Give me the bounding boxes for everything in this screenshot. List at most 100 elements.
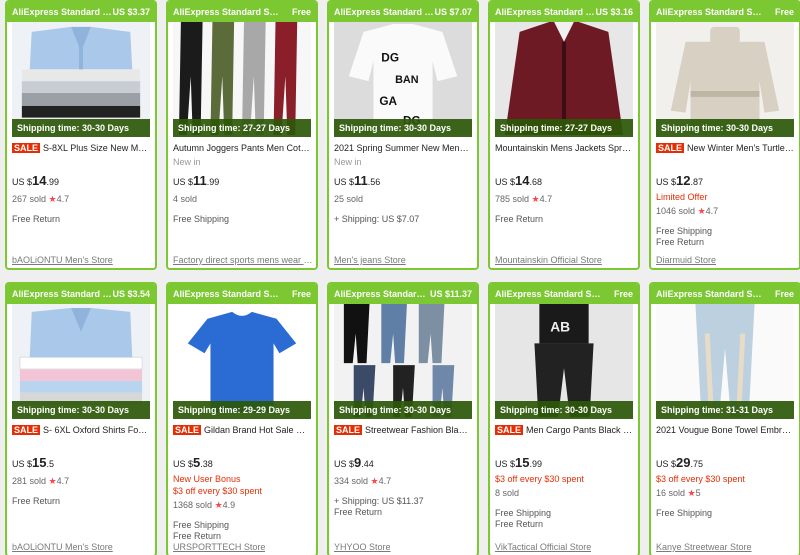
product-card-8[interactable]: AliExpress Standard Shipping US $11.37 S… — [327, 282, 479, 555]
product-title[interactable]: SALEMen Cargo Pants Black Ribbons — [495, 423, 633, 439]
product-card-10[interactable]: AliExpress Standard Shipping Free Shippi… — [649, 282, 800, 555]
rating-value: 5 — [695, 488, 701, 498]
svg-text:BAN: BAN — [395, 74, 419, 86]
product-title-text: Autumn Joggers Pants Men Cotton — [173, 143, 311, 153]
product-title[interactable]: SALE New Winter Men's Turtleneck — [656, 141, 794, 157]
product-title[interactable]: SALEGildan Brand Hot Sale Men T-Shirt — [173, 423, 311, 439]
store-link[interactable]: bAOLiONTU Men's Store — [12, 255, 113, 265]
price-main: 15 — [32, 455, 47, 470]
store-link[interactable]: bAOLiONTU Men's Store — [12, 542, 113, 552]
price-main: 14 — [515, 173, 530, 188]
shipping-header: AliExpress Standard Shipping US $11.37 — [329, 284, 477, 304]
product-image[interactable]: DGBANGADG Shipping time: 30-30 Days — [334, 22, 472, 137]
sold-text: 267 sold — [12, 194, 47, 204]
shipping-line-1: + Shipping: US $11.37 — [334, 496, 424, 506]
product-image[interactable]: Shipping time: 31-31 Days — [656, 304, 794, 419]
sold-count: 785 sold ★4.7 — [495, 194, 633, 206]
store-link[interactable]: Factory direct sports mens wear Store — [173, 255, 313, 265]
sold-text: 4 sold — [173, 194, 198, 204]
price-prefix: US $ — [656, 177, 677, 187]
product-image[interactable]: Shipping time: 29-29 Days — [173, 304, 311, 419]
shipping-header: AliExpress Standard Shipping Free — [168, 2, 316, 22]
rating-value: 4.9 — [222, 500, 236, 510]
product-image[interactable]: Shipping time: 27-27 Days — [173, 22, 311, 137]
sold-text: 334 sold — [334, 476, 369, 486]
product-image[interactable]: Shipping time: 30-30 Days — [12, 22, 150, 137]
shipping-line-1: Free Shipping — [656, 508, 713, 518]
product-title-text: Men Cargo Pants Black Ribbons — [526, 425, 633, 435]
product-title[interactable]: Autumn Joggers Pants Men Cotton — [173, 141, 311, 157]
new-in-tag — [656, 157, 794, 169]
product-title[interactable]: SALEStreetwear Fashion Black Jeans — [334, 423, 472, 439]
product-title-text: 2021 Spring Summer New Mens Shirt — [334, 143, 472, 153]
shipping-fee: US $3.16 — [595, 7, 633, 17]
price: US $15.99 — [495, 455, 633, 473]
store-link[interactable]: Diarmuid Store — [656, 255, 716, 265]
store-link[interactable]: Men's jeans Store — [334, 255, 406, 265]
product-image[interactable]: Shipping time: 30-30 Days — [656, 22, 794, 137]
product-card-3[interactable]: AliExpress Standard Shipping US $7.07 DG… — [327, 0, 479, 270]
product-title[interactable]: SALE S- 6XL Oxford Shirts For Men — [12, 423, 150, 439]
product-title[interactable]: Mountainskin Mens Jackets Spring — [495, 141, 633, 157]
shipping-method: AliExpress Standard Shipping — [12, 289, 112, 299]
store-link[interactable]: VikTactical Official Store — [495, 542, 591, 552]
shipping-fee: Free — [774, 7, 794, 17]
shipping-fee: US $7.07 — [434, 7, 472, 17]
new-in-tag: New in — [173, 157, 201, 167]
product-card-2[interactable]: AliExpress Standard Shipping Free Shippi… — [166, 0, 318, 270]
product-image[interactable]: Shipping time: 30-30 Days — [334, 304, 472, 419]
price-cents: .99 — [206, 177, 220, 187]
shipping-line-1: + Shipping: US $7.07 — [334, 214, 420, 224]
price-main: 15 — [515, 455, 530, 470]
product-title-text: Gildan Brand Hot Sale Men T-Shirt — [204, 425, 311, 435]
product-title[interactable]: 2021 Vougue Bone Towel Embroidery — [656, 423, 794, 439]
price-cents: .68 — [529, 177, 542, 187]
price-prefix: US $ — [173, 459, 194, 469]
shipping-line-1: Free Shipping — [173, 214, 230, 224]
shipping-header: AliExpress Standard Shipping Free — [168, 284, 316, 304]
shipping-line-2: Free Return — [495, 519, 544, 529]
rating-value: 4.7 — [705, 206, 719, 216]
product-image[interactable]: Shipping time: 27-27 Days — [495, 22, 633, 137]
shipping-header: AliExpress Standard Shipping Free — [651, 2, 799, 22]
product-title[interactable]: 2021 Spring Summer New Mens Shirt — [334, 141, 472, 157]
price-main: 11 — [193, 173, 207, 188]
shipping-time: Shipping time: 31-31 Days — [656, 401, 794, 419]
product-image[interactable]: AB Shipping time: 30-30 Days — [495, 304, 633, 419]
price: US $11.56 — [334, 173, 472, 191]
new-in-tag — [12, 439, 150, 451]
product-card-1[interactable]: AliExpress Standard Shipping US $3.37 Sh… — [5, 0, 157, 270]
price: US $14.68 — [495, 173, 633, 191]
product-card-4[interactable]: AliExpress Standard Shipping US $3.16 Sh… — [488, 0, 640, 270]
new-in-tag: New in — [334, 157, 362, 167]
sale-badge: SALE — [656, 143, 685, 153]
promo-line-1: $3 off every $30 spent — [495, 474, 584, 484]
sale-badge: SALE — [12, 143, 41, 153]
shipping-line-1: Free Return — [495, 214, 544, 224]
shipping-time: Shipping time: 30-30 Days — [495, 401, 633, 419]
shipping-time: Shipping time: 30-30 Days — [12, 401, 150, 419]
shipping-fee: Free — [291, 289, 311, 299]
product-card-5[interactable]: AliExpress Standard Shipping Free Shippi… — [649, 0, 800, 270]
product-title-text: S-8XL Plus Size New Men's Shirt — [43, 143, 150, 153]
shipping-line-1: Free Shipping — [656, 226, 713, 236]
price-main: 11 — [354, 173, 368, 188]
price-main: 14 — [32, 173, 47, 188]
product-image[interactable]: Shipping time: 30-30 Days — [12, 304, 150, 419]
shipping-time: Shipping time: 30-30 Days — [334, 119, 472, 137]
shipping-fee: US $11.37 — [429, 289, 472, 299]
store-link[interactable]: Mountainskin Official Store — [495, 255, 602, 265]
price-cents: .99 — [46, 177, 59, 187]
product-card-6[interactable]: AliExpress Standard Shipping US $3.54 Sh… — [5, 282, 157, 555]
price-prefix: US $ — [334, 177, 355, 187]
new-in-tag — [495, 439, 633, 451]
price-cents: .87 — [690, 177, 703, 187]
shipping-line-2: Free Return — [173, 531, 222, 541]
store-link[interactable]: Kanye Streetwear Store — [656, 542, 752, 552]
product-card-9[interactable]: AliExpress Standard Shipping Free AB Shi… — [488, 282, 640, 555]
store-link[interactable]: URSPORTTECH Store — [173, 542, 265, 552]
price-cents: .5 — [46, 459, 54, 469]
store-link[interactable]: YHYOO Store — [334, 542, 391, 552]
product-card-7[interactable]: AliExpress Standard Shipping Free Shippi… — [166, 282, 318, 555]
product-title[interactable]: SALES-8XL Plus Size New Men's Shirt — [12, 141, 150, 157]
